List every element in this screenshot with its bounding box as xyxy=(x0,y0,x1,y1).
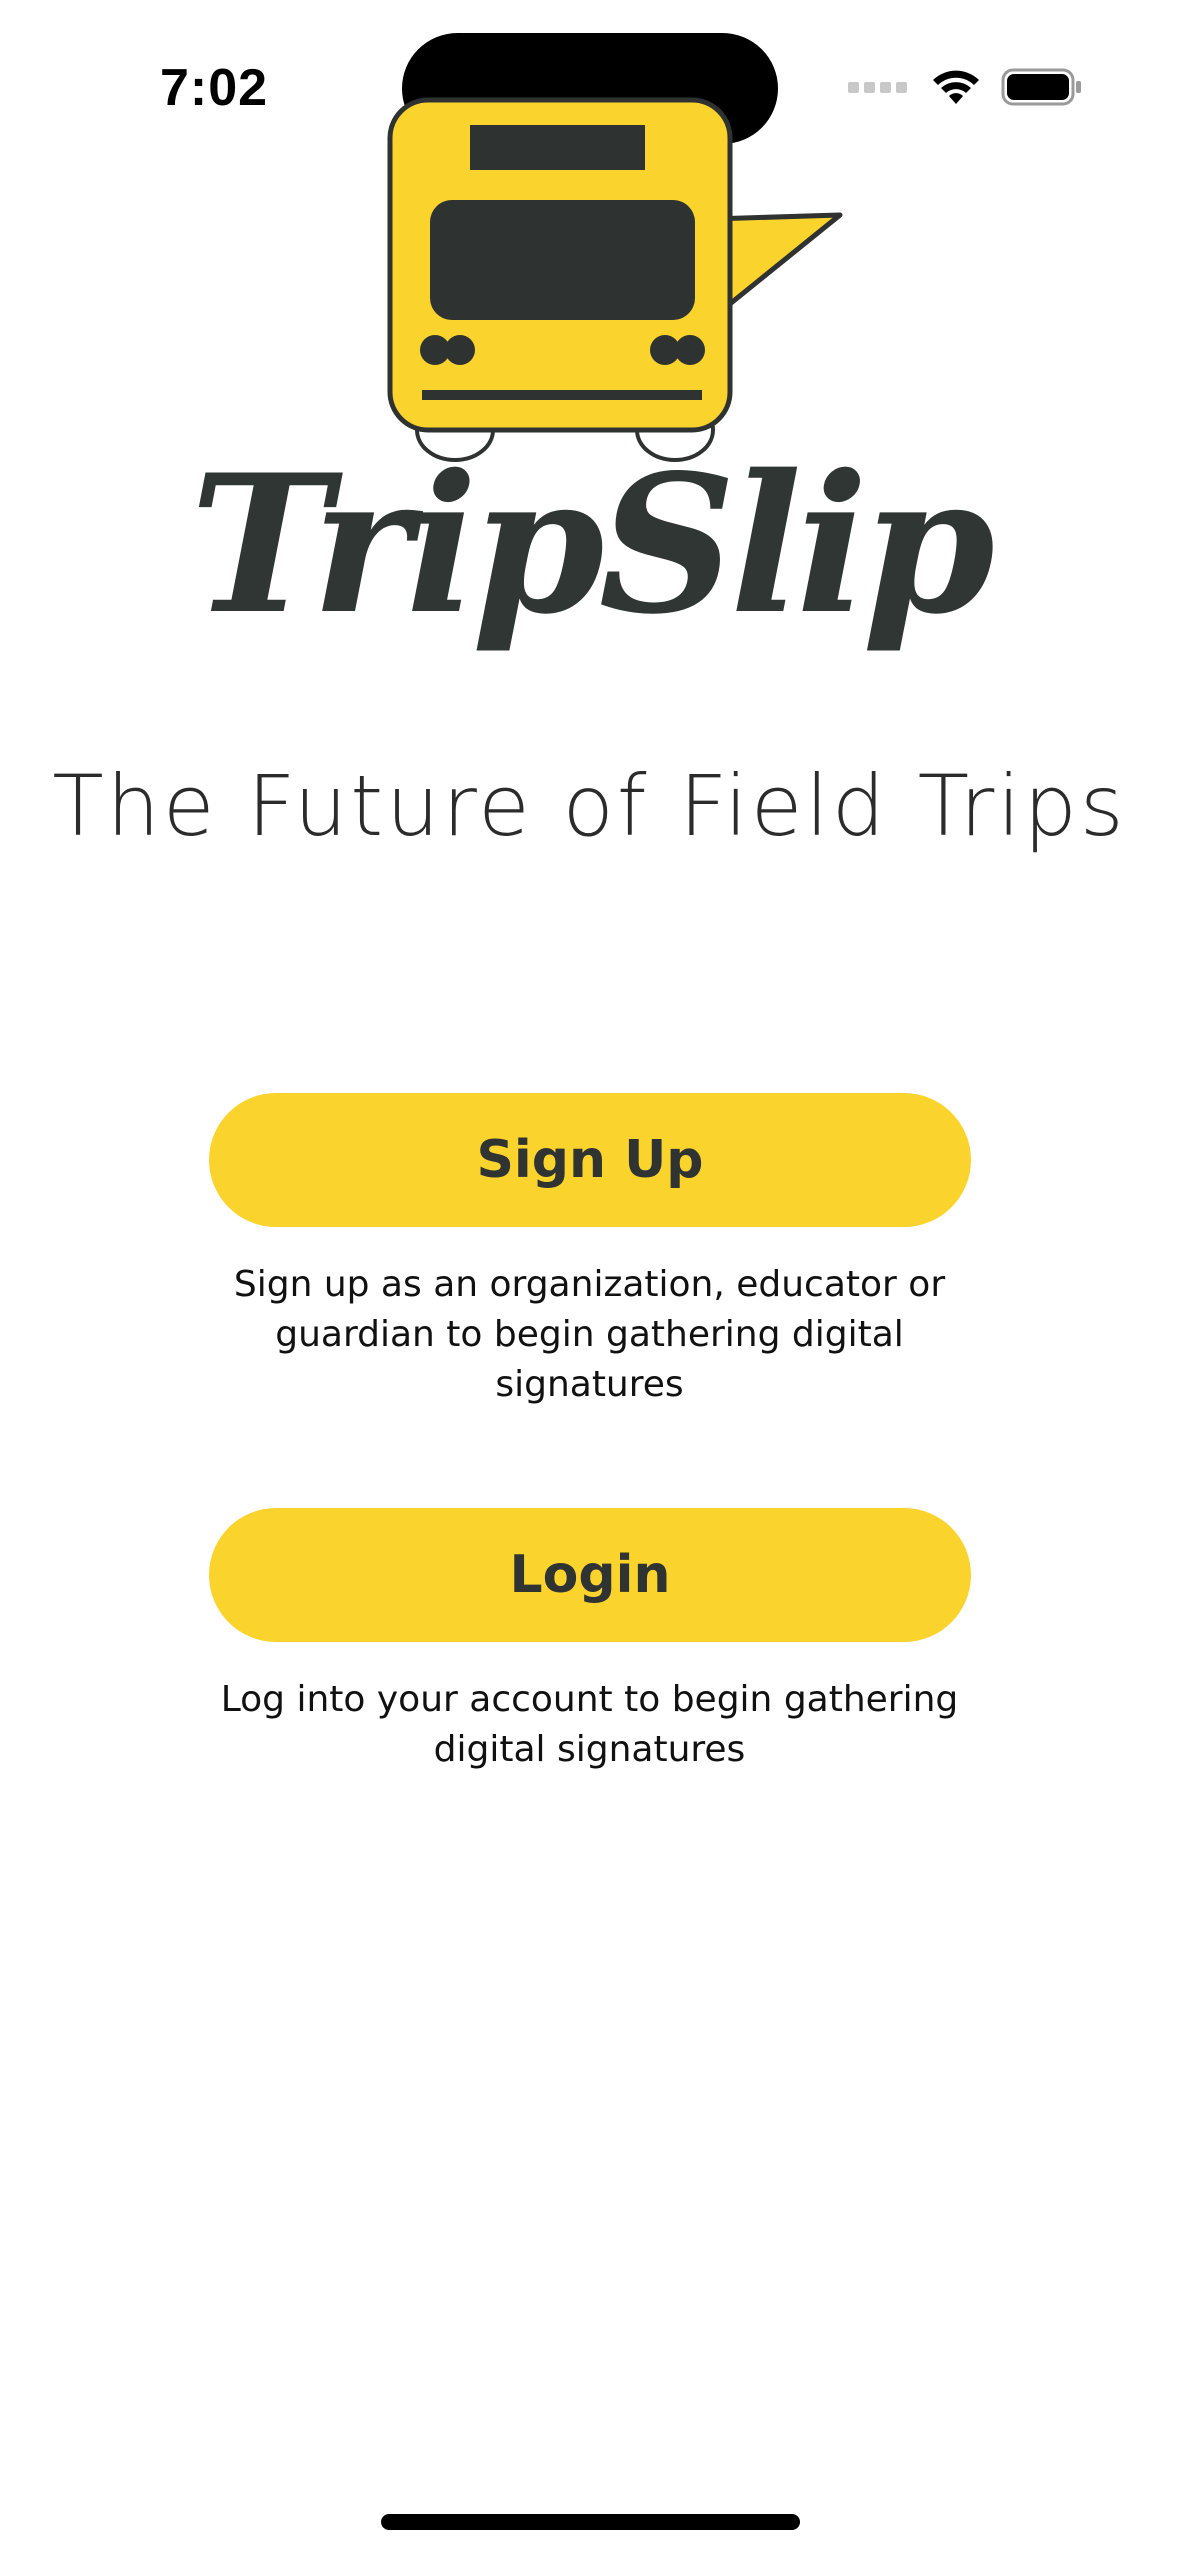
school-bus-logo xyxy=(387,97,843,462)
wifi-icon xyxy=(933,70,979,104)
sign-up-button[interactable]: Sign Up xyxy=(209,1093,971,1227)
cellular-signal-icon xyxy=(848,81,907,93)
login-description: Log into your account to begin gathering… xyxy=(220,1679,959,1770)
home-indicator[interactable] xyxy=(381,2514,800,2530)
login-button[interactable]: Login xyxy=(209,1508,971,1642)
sign-up-description: Sign up as an organization, educator or … xyxy=(233,1264,946,1405)
tagline: The Future of Field Trips xyxy=(52,757,1127,855)
status-icons xyxy=(848,62,1083,112)
battery-icon xyxy=(1001,68,1081,106)
app-title: TripSlip xyxy=(189,433,995,656)
status-time: 7:02 xyxy=(160,59,269,117)
